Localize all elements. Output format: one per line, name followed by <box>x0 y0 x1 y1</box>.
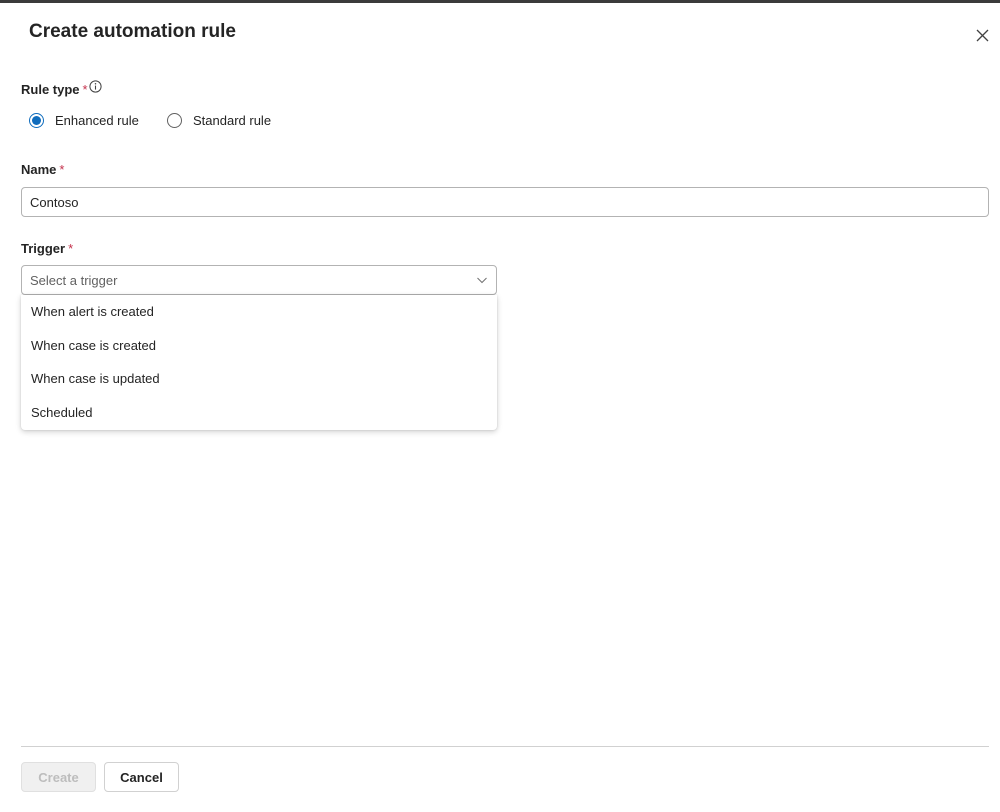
cancel-button[interactable]: Cancel <box>104 762 179 792</box>
name-label: Name * <box>21 162 64 177</box>
trigger-option[interactable]: When alert is created <box>21 295 497 329</box>
radio-standard-rule[interactable]: Standard rule <box>167 113 271 128</box>
radio-selected-icon[interactable] <box>29 113 44 128</box>
trigger-option[interactable]: When case is created <box>21 329 497 363</box>
rule-type-label-text: Rule type <box>21 82 80 97</box>
close-button[interactable] <box>971 24 993 46</box>
required-mark: * <box>59 162 65 177</box>
info-icon[interactable] <box>89 80 102 93</box>
name-label-text: Name <box>21 162 57 177</box>
radio-standard-label: Standard rule <box>193 113 272 128</box>
name-input[interactable] <box>21 187 989 217</box>
trigger-label: Trigger * <box>21 241 73 256</box>
trigger-placeholder: Select a trigger <box>30 272 118 288</box>
create-button[interactable]: Create <box>21 762 96 792</box>
required-mark: * <box>82 82 88 97</box>
trigger-label-text: Trigger <box>21 241 66 256</box>
chevron-down-icon <box>477 277 487 284</box>
trigger-select[interactable]: Select a trigger <box>21 265 497 295</box>
dialog-title: Create automation rule <box>29 21 236 42</box>
rule-type-label: Rule type * <box>21 82 88 97</box>
radio-enhanced-rule[interactable]: Enhanced rule <box>29 113 139 128</box>
footer-divider <box>21 746 989 747</box>
trigger-dropdown-list: When alert is created When case is creat… <box>21 295 497 430</box>
trigger-option[interactable]: Scheduled <box>21 396 497 430</box>
trigger-option[interactable]: When case is updated <box>21 362 497 396</box>
radio-enhanced-label: Enhanced rule <box>55 113 139 128</box>
close-icon <box>976 29 988 41</box>
top-border <box>0 0 1000 3</box>
radio-unselected-icon[interactable] <box>167 113 182 128</box>
required-mark: * <box>68 241 74 256</box>
